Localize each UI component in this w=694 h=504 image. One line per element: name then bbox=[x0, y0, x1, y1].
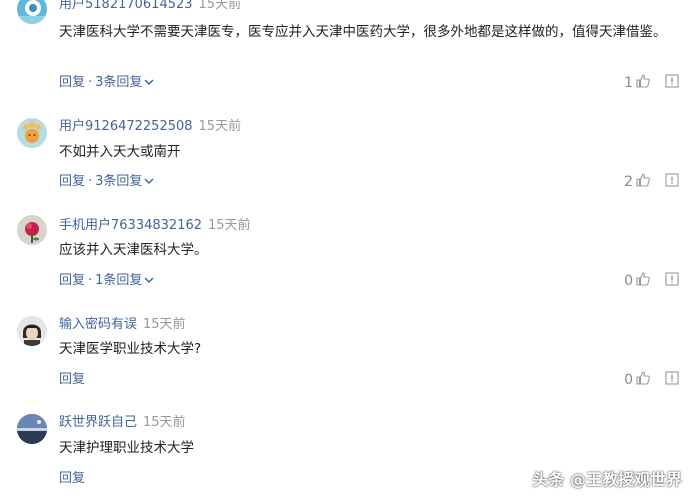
comment-actions: 回复 · 3条回复 bbox=[59, 74, 154, 91]
view-replies-button[interactable]: 3条回复 bbox=[95, 173, 142, 190]
view-replies-button[interactable]: 3条回复 bbox=[95, 74, 142, 91]
comment-meta: 跃世界跃自己 15天前 bbox=[59, 414, 186, 431]
comment-tools: 0 bbox=[624, 370, 679, 390]
thumbs-up-icon[interactable] bbox=[635, 370, 651, 390]
thumbs-up-icon[interactable] bbox=[635, 73, 651, 93]
username[interactable]: 跃世界跃自己 bbox=[59, 415, 137, 430]
like-count: 2 bbox=[624, 174, 633, 190]
username[interactable]: 手机用户76334832162 bbox=[59, 218, 202, 233]
comment-text: 应该并入天津医科大学。 bbox=[59, 242, 208, 258]
avatar[interactable] bbox=[17, 215, 47, 245]
comment-text: 不如并入天大或南开 bbox=[59, 144, 181, 160]
report-icon[interactable] bbox=[665, 74, 679, 92]
thumbs-up-icon[interactable] bbox=[635, 271, 651, 291]
chevron-down-icon[interactable] bbox=[144, 173, 154, 190]
comment-text: 天津医科大学不需要天津医专，医专应并入天津中医药大学，很多外地都是这样做的，值得… bbox=[59, 24, 667, 40]
comment-actions: 回复 · 3条回复 bbox=[59, 173, 154, 190]
separator: · bbox=[88, 75, 93, 90]
timestamp: 15天前 bbox=[198, 119, 242, 134]
report-icon[interactable] bbox=[665, 173, 679, 191]
comment-meta: 用户5182170614523 15天前 bbox=[59, 0, 241, 13]
comment-text: 天津护理职业技术大学 bbox=[59, 440, 194, 456]
report-icon[interactable] bbox=[665, 272, 679, 290]
timestamp: 15天前 bbox=[207, 218, 251, 233]
comment-meta: 用户9126472252508 15天前 bbox=[59, 118, 241, 135]
comment-item: 输入密码有误 15天前 天津医学职业技术大学? 回复 0 bbox=[0, 306, 694, 404]
separator: · bbox=[88, 273, 93, 288]
chevron-down-icon[interactable] bbox=[144, 74, 154, 91]
reply-button[interactable]: 回复 bbox=[59, 74, 85, 91]
comment-tools: 2 bbox=[624, 172, 679, 192]
comment-item: 用户9126472252508 15天前 不如并入天大或南开 回复 · 3条回复 … bbox=[0, 110, 694, 208]
comment-meta: 手机用户76334832162 15天前 bbox=[59, 217, 251, 234]
username[interactable]: 用户5182170614523 bbox=[59, 0, 193, 12]
view-replies-button[interactable]: 1条回复 bbox=[95, 272, 142, 289]
comment-item: 用户5182170614523 15天前 天津医科大学不需要天津医专，医专应并入天… bbox=[0, 0, 694, 93]
separator: · bbox=[88, 174, 93, 189]
username[interactable]: 输入密码有误 bbox=[59, 317, 137, 332]
comment-tools: 0 bbox=[624, 271, 679, 291]
like-count: 0 bbox=[624, 273, 633, 289]
comment-actions: 回复 bbox=[59, 470, 85, 487]
avatar[interactable] bbox=[17, 0, 47, 24]
avatar[interactable] bbox=[17, 316, 47, 346]
comment-tools: 1 bbox=[624, 73, 679, 93]
thumbs-up-icon[interactable] bbox=[635, 172, 651, 192]
report-icon[interactable] bbox=[665, 371, 679, 389]
timestamp: 15天前 bbox=[143, 317, 186, 332]
avatar[interactable] bbox=[17, 414, 47, 444]
comment-actions: 回复 bbox=[59, 371, 85, 388]
timestamp: 15天前 bbox=[143, 415, 186, 430]
like-count: 0 bbox=[624, 372, 633, 388]
reply-button[interactable]: 回复 bbox=[59, 272, 85, 289]
comment-actions: 回复 · 1条回复 bbox=[59, 272, 154, 289]
reply-button[interactable]: 回复 bbox=[59, 470, 85, 487]
comment-item: 手机用户76334832162 15天前 应该并入天津医科大学。 回复 · 1条回… bbox=[0, 207, 694, 305]
comment-meta: 输入密码有误 15天前 bbox=[59, 316, 186, 333]
timestamp: 15天前 bbox=[198, 0, 242, 12]
reply-button[interactable]: 回复 bbox=[59, 173, 85, 190]
username[interactable]: 用户9126472252508 bbox=[59, 119, 193, 134]
watermark: 头条 @王教授观世界 bbox=[532, 470, 682, 489]
avatar[interactable] bbox=[17, 118, 47, 148]
comment-text: 天津医学职业技术大学? bbox=[59, 341, 202, 357]
reply-button[interactable]: 回复 bbox=[59, 371, 85, 388]
chevron-down-icon[interactable] bbox=[144, 272, 154, 289]
like-count: 1 bbox=[624, 75, 633, 91]
